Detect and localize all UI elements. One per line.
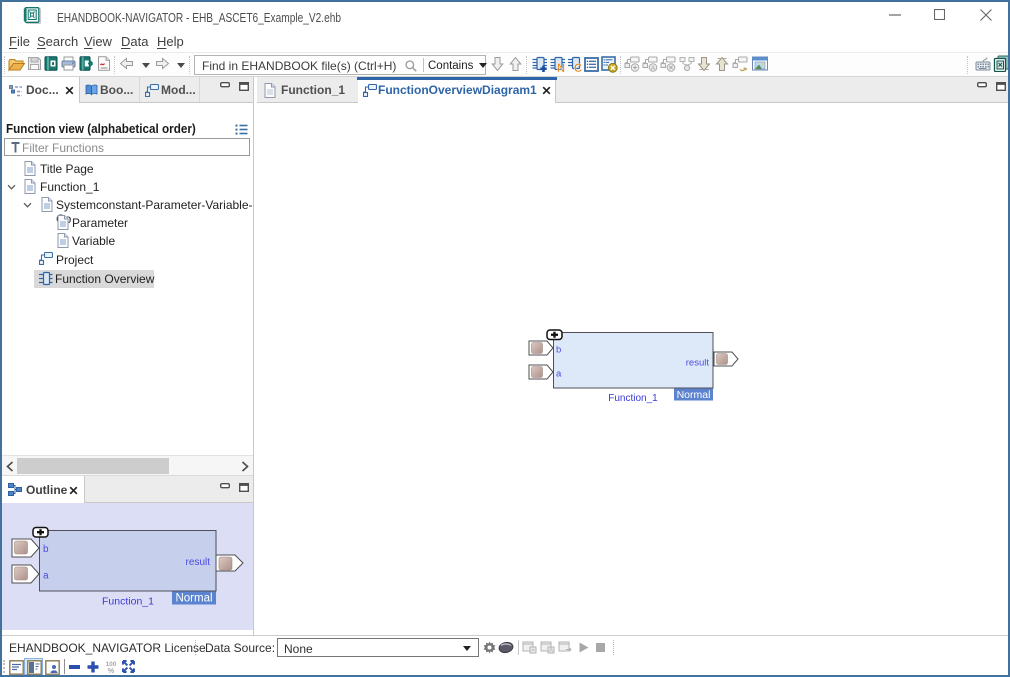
- svg-text:a: a: [556, 369, 562, 380]
- svg-text:Normal: Normal: [175, 593, 212, 605]
- svg-text:%: %: [108, 666, 115, 674]
- svg-text:Function_1: Function_1: [102, 596, 154, 608]
- svg-text:Function_1: Function_1: [608, 393, 658, 404]
- svg-text:b: b: [556, 345, 561, 356]
- svg-text:N: N: [557, 63, 565, 73]
- svg-text:result: result: [686, 358, 710, 369]
- svg-text:b: b: [43, 544, 49, 555]
- svg-text:a: a: [43, 571, 49, 582]
- svg-text:Normal: Normal: [677, 389, 711, 401]
- svg-text:C: C: [574, 63, 582, 73]
- svg-text:result: result: [186, 557, 211, 568]
- svg-text:A: A: [651, 65, 656, 72]
- svg-text:A: A: [549, 648, 553, 654]
